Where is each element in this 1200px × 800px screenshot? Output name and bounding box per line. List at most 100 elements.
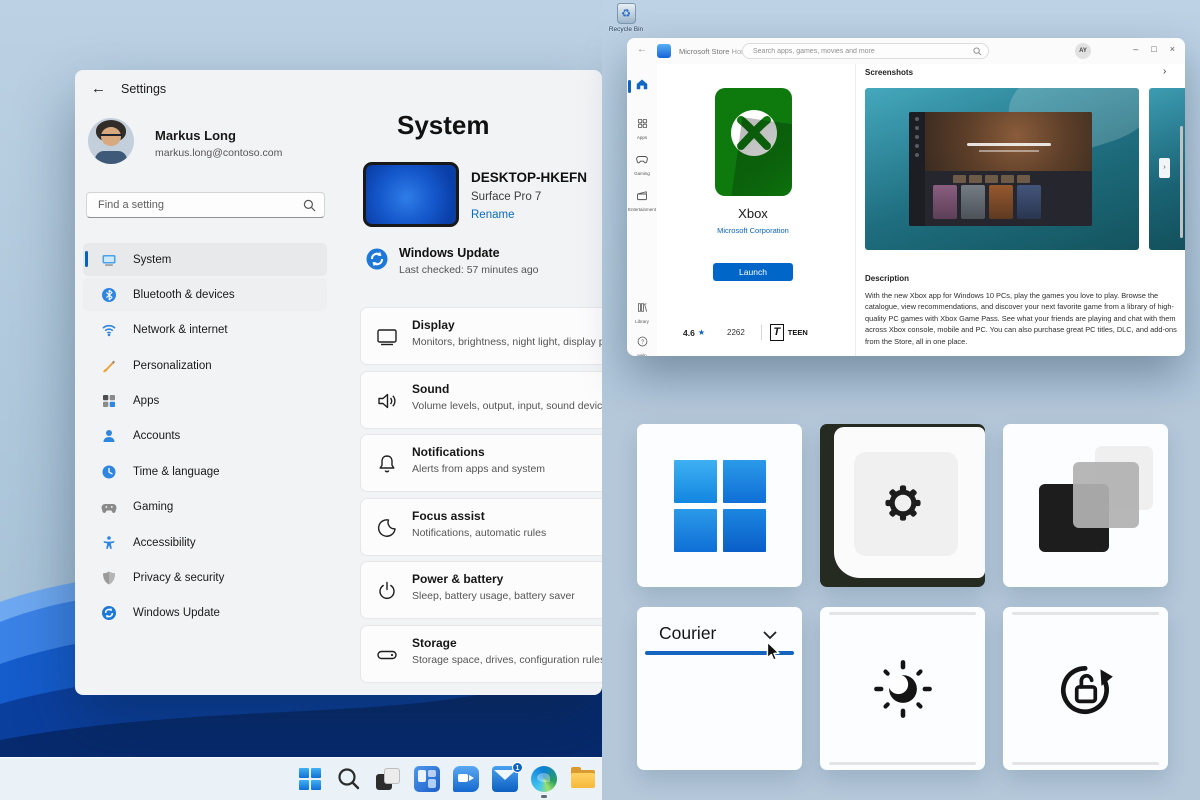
settings-sidebar: System Bluetooth & devices Network & int…	[83, 243, 327, 632]
windows-logo-icon	[674, 460, 766, 552]
recycle-bin[interactable]: ♻ Recycle Bin	[606, 3, 646, 33]
gaming-icon	[636, 154, 648, 165]
card-power-battery[interactable]: Power & battery Sleep, battery usage, ba…	[360, 561, 602, 619]
card-focus-assist[interactable]: Focus assist Notifications, automatic ru…	[360, 498, 602, 556]
right-panel: ♻ Recycle Bin ← Microsoft Store Home AY …	[602, 0, 1200, 800]
selection-indicator	[85, 251, 88, 267]
rail-item-apps[interactable]: Apps	[627, 116, 657, 140]
avatar-glasses	[100, 134, 122, 139]
chevron-right-icon[interactable]: ›	[1163, 66, 1166, 77]
rating-value: 4.6	[683, 328, 695, 338]
taskbar: 1	[0, 757, 602, 800]
card-storage[interactable]: Storage Storage space, drives, configura…	[360, 625, 602, 683]
layer-gray	[1073, 462, 1139, 528]
launch-button[interactable]: Launch	[713, 263, 793, 281]
brightness-sun-icon	[870, 656, 936, 722]
sidebar-item-apps[interactable]: Apps	[83, 385, 327, 418]
settings-search-input[interactable]	[96, 194, 296, 216]
file-explorer-icon[interactable]	[570, 766, 596, 792]
search-icon	[303, 199, 316, 212]
tile-theme-layers[interactable]	[1003, 424, 1168, 587]
store-app-icon	[657, 44, 671, 58]
recycle-bin-icon: ♻	[617, 3, 636, 24]
divider	[855, 64, 856, 356]
settings-search-box[interactable]	[86, 192, 325, 218]
card-display[interactable]: Display Monitors, brightness, night ligh…	[360, 307, 602, 365]
card-sound[interactable]: Sound Volume levels, output, input, soun…	[360, 371, 602, 429]
mail-notification-badge: 1	[512, 762, 523, 773]
speaker-icon	[375, 389, 399, 413]
start-button-icon[interactable]	[297, 766, 323, 792]
store-search-box[interactable]	[742, 43, 989, 59]
clock-icon	[101, 464, 117, 480]
profile-name: Markus Long	[155, 128, 236, 143]
sidebar-item-time-language[interactable]: Time & language	[83, 455, 327, 488]
close-button[interactable]: ×	[1170, 44, 1175, 54]
rail-item-gaming[interactable]: Gaming	[627, 152, 657, 176]
edge-browser-icon[interactable]	[531, 766, 557, 792]
bell-icon	[375, 452, 399, 476]
bluetooth-icon	[101, 287, 117, 303]
esrb-badge: T	[770, 324, 784, 341]
app-publisher-link[interactable]: Microsoft Corporation	[669, 226, 837, 235]
tile-settings-gear[interactable]	[820, 424, 985, 587]
divider	[761, 325, 762, 340]
rail-item-home[interactable]	[627, 77, 657, 96]
font-dropdown-value[interactable]: Courier	[659, 623, 716, 644]
store-nav-rail: Apps Gaming Entertainment Library ? Help	[627, 64, 657, 356]
sidebar-item-personalization[interactable]: Personalization	[83, 349, 327, 382]
search-icon	[973, 47, 982, 56]
system-icon	[101, 252, 117, 268]
tile-font-picker[interactable]: Courier	[637, 607, 802, 770]
mail-icon[interactable]: 1	[492, 766, 518, 792]
maximize-button[interactable]: □	[1151, 44, 1156, 54]
settings-back-icon[interactable]: ←	[91, 80, 106, 97]
task-view-icon[interactable]	[375, 766, 401, 792]
sidebar-item-accounts[interactable]: Accounts	[83, 420, 327, 453]
chat-icon[interactable]	[453, 766, 479, 792]
screenshot-image[interactable]	[865, 88, 1139, 250]
rail-item-help[interactable]: ? Help	[627, 334, 657, 356]
store-scrollbar-thumb[interactable]	[1180, 126, 1183, 238]
storage-icon	[375, 643, 399, 667]
tile-windows-logo[interactable]	[637, 424, 802, 587]
apps-grid-icon	[101, 393, 117, 409]
person-icon	[101, 428, 117, 444]
device-model: Surface Pro 7	[471, 191, 541, 203]
card-notifications[interactable]: Notifications Alerts from apps and syste…	[360, 434, 602, 492]
rail-item-library[interactable]: Library	[627, 300, 657, 324]
settings-card-list: Display Monitors, brightness, night ligh…	[360, 307, 602, 688]
widgets-icon[interactable]	[414, 766, 440, 792]
store-account-avatar[interactable]: AY	[1075, 43, 1091, 59]
wifi-icon	[101, 322, 117, 338]
sidebar-item-privacy-security[interactable]: Privacy & security	[83, 562, 327, 595]
gamepad-icon	[101, 499, 117, 515]
sidebar-item-bluetooth-devices[interactable]: Bluetooth & devices	[83, 278, 327, 311]
search-taskbar-icon[interactable]	[336, 766, 362, 792]
star-icon: ★	[698, 328, 705, 337]
sidebar-item-windows-update[interactable]: Windows Update	[83, 597, 327, 630]
sidebar-item-network-internet[interactable]: Network & internet	[83, 314, 327, 347]
rename-link[interactable]: Rename	[471, 209, 514, 221]
screenshot-root: ← Settings Markus Long markus.long@conto…	[0, 0, 1200, 800]
tile-rotation-lock[interactable]	[1003, 607, 1168, 770]
power-icon	[375, 579, 399, 603]
minimize-button[interactable]: –	[1133, 44, 1138, 54]
sidebar-item-system[interactable]: System	[83, 243, 327, 276]
update-icon	[101, 605, 117, 621]
store-window-title: Microsoft Store Home	[679, 47, 752, 56]
device-name: DESKTOP-HKEFN	[471, 170, 587, 185]
next-screenshot-button[interactable]: ›	[1159, 158, 1170, 178]
user-avatar[interactable]	[88, 118, 134, 164]
age-rating-label: TEEN	[788, 328, 808, 337]
shield-icon	[101, 570, 117, 586]
tile-brightness[interactable]	[820, 607, 985, 770]
rail-item-entertainment[interactable]: Entertainment	[627, 188, 657, 212]
store-back-icon[interactable]: ←	[637, 44, 647, 55]
page-title: System	[397, 110, 490, 141]
windows-update-title[interactable]: Windows Update	[399, 246, 500, 260]
store-search-input[interactable]	[751, 45, 961, 57]
sidebar-item-accessibility[interactable]: Accessibility	[83, 526, 327, 559]
chevron-down-icon[interactable]	[763, 631, 777, 640]
sidebar-item-gaming[interactable]: Gaming	[83, 491, 327, 524]
